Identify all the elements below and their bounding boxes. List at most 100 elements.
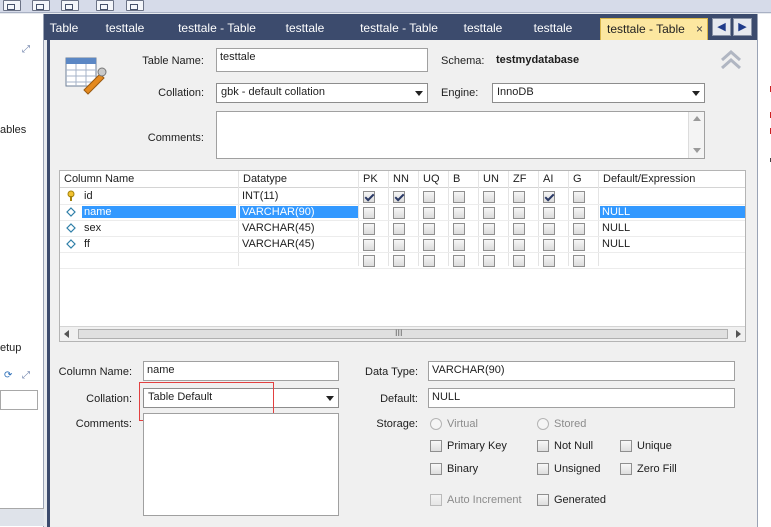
- cell-column-name[interactable]: id: [82, 190, 93, 202]
- toolbar-button-2[interactable]: [32, 0, 50, 11]
- flag-checkbox-g[interactable]: [573, 191, 585, 203]
- unique-checkbox[interactable]: [620, 440, 632, 452]
- header-uq[interactable]: UQ: [423, 173, 440, 185]
- tab-3[interactable]: testtale - Table: [166, 18, 268, 40]
- flag-checkbox-pk[interactable]: [363, 207, 375, 219]
- cell-datatype[interactable]: VARCHAR(45): [240, 222, 315, 234]
- flag-checkbox-g[interactable]: [573, 239, 585, 251]
- flag-checkbox-b[interactable]: [453, 239, 465, 251]
- scroll-down-icon[interactable]: [693, 148, 701, 153]
- header-g[interactable]: G: [573, 173, 582, 185]
- stored-radio[interactable]: [537, 418, 549, 430]
- cell-datatype[interactable]: VARCHAR(45): [240, 238, 315, 250]
- virtual-radio[interactable]: [430, 418, 442, 430]
- header-b[interactable]: B: [453, 173, 460, 185]
- table-row[interactable]: id INT(11): [60, 189, 745, 205]
- data-type-input[interactable]: VARCHAR(90): [428, 361, 735, 381]
- header-zf[interactable]: ZF: [513, 173, 526, 185]
- flag-checkbox-ai[interactable]: [543, 255, 555, 267]
- grid-scroll-thumb[interactable]: III: [78, 328, 728, 339]
- header-column-name[interactable]: Column Name: [64, 173, 134, 185]
- toolbar-button-1[interactable]: [3, 0, 21, 11]
- collapse-icon[interactable]: [720, 50, 742, 70]
- flag-checkbox-b[interactable]: [453, 191, 465, 203]
- engine-select[interactable]: InnoDB: [492, 83, 705, 103]
- tab-6[interactable]: testtale: [454, 18, 512, 40]
- flag-checkbox-uq[interactable]: [423, 239, 435, 251]
- flag-checkbox-ai[interactable]: [543, 191, 555, 203]
- header-un[interactable]: UN: [483, 173, 499, 185]
- flag-checkbox-nn[interactable]: [393, 223, 405, 235]
- header-datatype[interactable]: Datatype: [243, 173, 287, 185]
- column-name-input[interactable]: name: [143, 361, 339, 381]
- flag-checkbox-zf[interactable]: [513, 239, 525, 251]
- cell-default[interactable]: NULL: [600, 238, 630, 250]
- toolbar-button-3[interactable]: [61, 0, 79, 11]
- cell-datatype[interactable]: VARCHAR(90): [240, 206, 358, 218]
- flag-checkbox-nn[interactable]: [393, 207, 405, 219]
- cell-default[interactable]: NULL: [600, 222, 630, 234]
- binary-checkbox[interactable]: [430, 463, 442, 475]
- scroll-up-icon[interactable]: [693, 116, 701, 121]
- collation-select[interactable]: gbk - default collation: [216, 83, 428, 103]
- default-input[interactable]: NULL: [428, 388, 735, 408]
- flag-checkbox-b[interactable]: [453, 255, 465, 267]
- header-ai[interactable]: AI: [543, 173, 553, 185]
- tab-4[interactable]: testtale: [276, 18, 334, 40]
- cell-column-name[interactable]: ff: [82, 238, 90, 250]
- flag-checkbox-nn[interactable]: [393, 239, 405, 251]
- flag-checkbox-ai[interactable]: [543, 223, 555, 235]
- table-row[interactable]: [60, 253, 745, 269]
- cell-column-name[interactable]: name: [82, 206, 236, 218]
- tab-prev-button[interactable]: ◀: [712, 18, 731, 36]
- table-row[interactable]: sex VARCHAR(45) NULL: [60, 221, 745, 237]
- flag-checkbox-uq[interactable]: [423, 207, 435, 219]
- header-default[interactable]: Default/Expression: [603, 173, 695, 185]
- flag-checkbox-nn[interactable]: [393, 255, 405, 267]
- flag-checkbox-pk[interactable]: [363, 223, 375, 235]
- cell-default[interactable]: NULL: [600, 206, 745, 218]
- flag-checkbox-un[interactable]: [483, 255, 495, 267]
- cell-datatype[interactable]: INT(11): [240, 190, 278, 202]
- table-name-input[interactable]: testtale: [216, 48, 428, 72]
- flag-checkbox-un[interactable]: [483, 207, 495, 219]
- flag-checkbox-pk[interactable]: [363, 255, 375, 267]
- flag-checkbox-uq[interactable]: [423, 255, 435, 267]
- sidebar-input[interactable]: [0, 390, 38, 410]
- header-nn[interactable]: NN: [393, 173, 409, 185]
- flag-checkbox-un[interactable]: [483, 191, 495, 203]
- toolbar-button-5[interactable]: [126, 0, 144, 11]
- tab-1[interactable]: Table: [44, 18, 84, 40]
- unsigned-checkbox[interactable]: [537, 463, 549, 475]
- comments-scrollbar[interactable]: [688, 112, 704, 158]
- flag-checkbox-zf[interactable]: [513, 255, 525, 267]
- flag-checkbox-uq[interactable]: [423, 223, 435, 235]
- table-row[interactable]: name VARCHAR(90) NULL: [60, 205, 745, 221]
- flag-checkbox-uq[interactable]: [423, 191, 435, 203]
- flag-checkbox-pk[interactable]: [363, 191, 375, 203]
- flag-checkbox-g[interactable]: [573, 255, 585, 267]
- flag-checkbox-g[interactable]: [573, 207, 585, 219]
- tab-next-button[interactable]: ▶: [733, 18, 752, 36]
- tab-active[interactable]: testtale - Table ×: [600, 18, 708, 40]
- table-row[interactable]: ff VARCHAR(45) NULL: [60, 237, 745, 253]
- flag-checkbox-b[interactable]: [453, 207, 465, 219]
- refresh-icon[interactable]: ⟳: [4, 370, 12, 381]
- flag-checkbox-pk[interactable]: [363, 239, 375, 251]
- generated-checkbox[interactable]: [537, 494, 549, 506]
- flag-checkbox-nn[interactable]: [393, 191, 405, 203]
- tab-7[interactable]: testtale: [524, 18, 582, 40]
- maximize-icon-2[interactable]: ⤢: [22, 370, 30, 381]
- flag-checkbox-un[interactable]: [483, 223, 495, 235]
- cell-column-name[interactable]: sex: [82, 222, 101, 234]
- primary-key-checkbox[interactable]: [430, 440, 442, 452]
- flag-checkbox-zf[interactable]: [513, 191, 525, 203]
- flag-checkbox-b[interactable]: [453, 223, 465, 235]
- table-comments-textarea[interactable]: [216, 111, 705, 159]
- flag-checkbox-ai[interactable]: [543, 239, 555, 251]
- scroll-left-icon[interactable]: [64, 330, 69, 338]
- grid-horizontal-scrollbar[interactable]: III: [60, 326, 745, 341]
- flag-checkbox-zf[interactable]: [513, 223, 525, 235]
- flag-checkbox-g[interactable]: [573, 223, 585, 235]
- column-comments-textarea[interactable]: [143, 413, 339, 516]
